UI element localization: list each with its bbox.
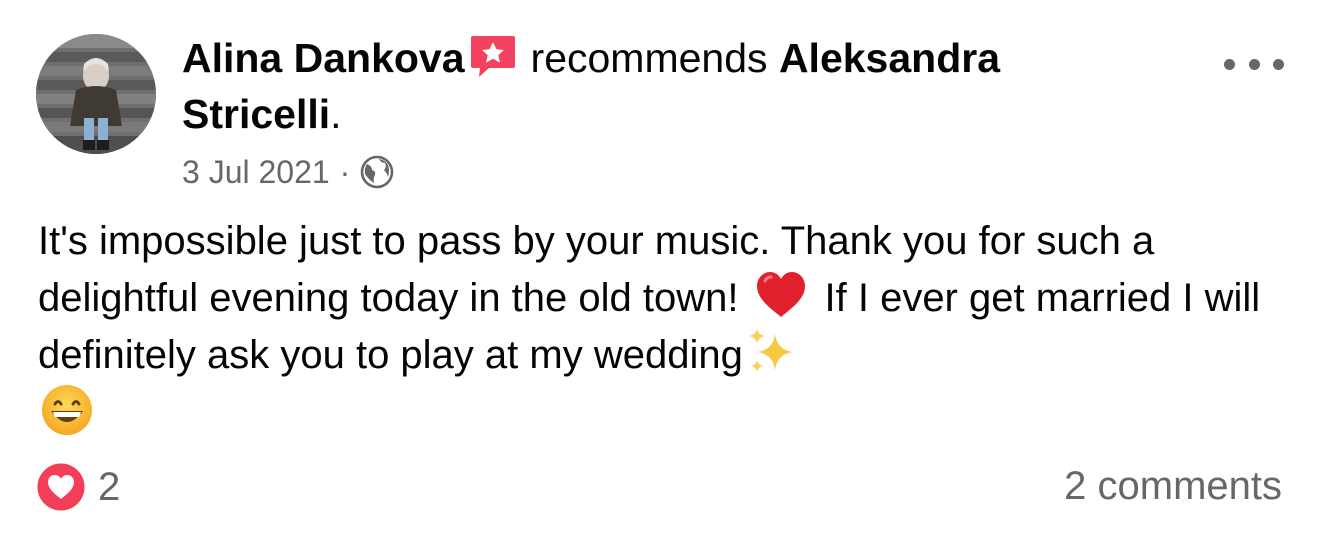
author-name[interactable]: Alina Dankova — [182, 35, 465, 81]
comments-count-link[interactable]: 2 comments — [1064, 462, 1282, 510]
grinning-face-emoji-icon — [42, 385, 92, 435]
love-reaction-icon — [36, 462, 86, 512]
meta-separator: · — [339, 154, 351, 190]
author-avatar[interactable] — [36, 34, 156, 154]
more-dot-icon — [1273, 58, 1284, 70]
globe-icon[interactable] — [360, 155, 394, 189]
post-meta: 3 Jul 2021 · — [182, 152, 394, 192]
sparkles-emoji-icon — [748, 328, 793, 372]
red-heart-emoji-icon — [756, 272, 805, 317]
more-dot-icon — [1224, 58, 1235, 70]
post-date[interactable]: 3 Jul 2021 — [182, 152, 330, 192]
reaction-count: 2 — [98, 465, 121, 509]
post-body: It's impossible just to pass by your mus… — [38, 214, 1278, 444]
post-header: Alina Dankova recommends Aleksandra Stri… — [182, 30, 1142, 142]
reactions-summary[interactable]: 2 — [36, 462, 120, 512]
page-name-period: . — [330, 91, 342, 137]
recommendation-badge-icon — [470, 36, 515, 77]
recommends-label: recommends — [530, 35, 768, 81]
more-dot-icon — [1248, 58, 1260, 70]
more-options-button[interactable] — [1224, 48, 1284, 80]
